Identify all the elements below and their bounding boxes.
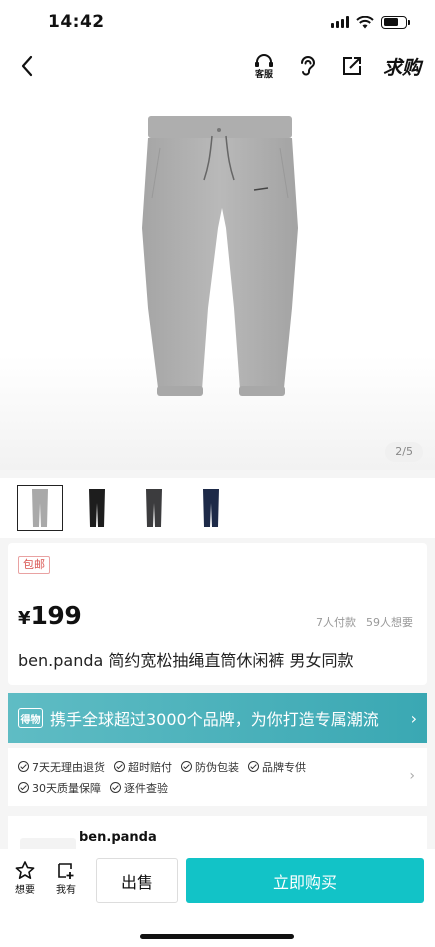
status-bar: 14:42 [0,0,435,44]
customer-service-label: 客服 [254,70,273,80]
free-shipping-tag: 包邮 [18,556,50,574]
check-circle-icon [181,761,192,772]
chevron-right-icon: › [409,768,415,784]
price-value: 199 [30,601,82,630]
nav-bar: 客服 求购 [0,44,435,88]
customer-service-button[interactable]: 客服 [251,53,277,80]
check-circle-icon [18,761,29,772]
have-button[interactable]: 我有 [50,861,82,896]
check-circle-icon [114,761,125,772]
page-indicator: 2/5 [385,442,423,462]
headset-icon [254,54,273,67]
thumbnail-black[interactable] [74,485,120,531]
product-image[interactable] [130,108,310,408]
want-button[interactable]: 想要 [9,861,41,896]
check-circle-icon [110,782,121,793]
brand-banner[interactable]: 得物 携手全球超过3000个品牌，为你打造专属潮流 › [8,693,427,743]
have-label: 我有 [56,885,76,896]
product-stats: 7人付款 59人想要 [316,614,413,630]
brand-badge: 得物 [18,708,43,728]
star-icon [15,861,35,879]
check-circle-icon [248,761,259,772]
check-circle-icon [18,782,29,793]
home-indicator[interactable] [140,934,294,939]
thumbnail-charcoal[interactable] [131,485,177,531]
guarantee-row: 30天质量保障 逐件查验 [18,777,417,798]
paid-count: 7人付款 [316,616,356,629]
status-icons [331,15,410,29]
guarantee-item: 7天无理由退货 [18,759,105,775]
sell-button[interactable]: 出售 [96,858,178,903]
status-time: 14:42 [48,12,105,32]
product-info-card: 包邮 ¥ 199 7人付款 59人想要 ben.panda 简约宽松抽绳直筒休闲… [8,543,427,685]
product-gallery[interactable]: 2/5 [0,88,435,470]
guarantee-row: 7天无理由退货 超时赔付 防伪包装 品牌专供 [18,756,417,777]
wifi-icon [356,15,374,28]
thumbnail-navy[interactable] [188,485,234,531]
product-title: ben.panda 简约宽松抽绳直筒休闲裤 男女同款 [18,651,354,670]
signal-icon [331,16,349,28]
banner-text: 携手全球超过3000个品牌，为你打造专属潮流 [50,710,379,729]
chevron-left-icon [21,55,33,77]
battery-icon [381,15,410,29]
want-to-buy-button[interactable]: 求购 [383,53,421,80]
share-button[interactable] [339,53,365,79]
back-button[interactable] [14,53,40,79]
price: ¥ 199 [18,601,82,630]
guarantee-item: 30天质量保障 [18,780,101,796]
want-label: 想要 [15,885,35,896]
share-icon [342,57,361,75]
price-symbol: ¥ [18,608,31,629]
guarantee-item: 超时赔付 [114,759,172,775]
guarantee-item: 防伪包装 [181,759,239,775]
want-count: 59人想要 [366,616,413,629]
thumbnail-gray[interactable] [17,485,63,531]
ear-icon [300,56,315,76]
seller-name: ben.panda [79,830,157,845]
bottom-action-bar: 想要 我有 出售 立即购买 [0,849,435,947]
buy-now-button[interactable]: 立即购买 [186,858,424,903]
thumbnail-strip [0,478,435,538]
guarantee-item: 逐件查验 [110,780,168,796]
guarantee-item: 品牌专供 [248,759,306,775]
chevron-right-icon: › [410,708,417,728]
guarantee-section[interactable]: 7天无理由退货 超时赔付 防伪包装 品牌专供 30天质量保障 逐件查验 › [8,748,427,806]
listen-button[interactable] [295,53,321,79]
add-box-icon [58,863,74,879]
